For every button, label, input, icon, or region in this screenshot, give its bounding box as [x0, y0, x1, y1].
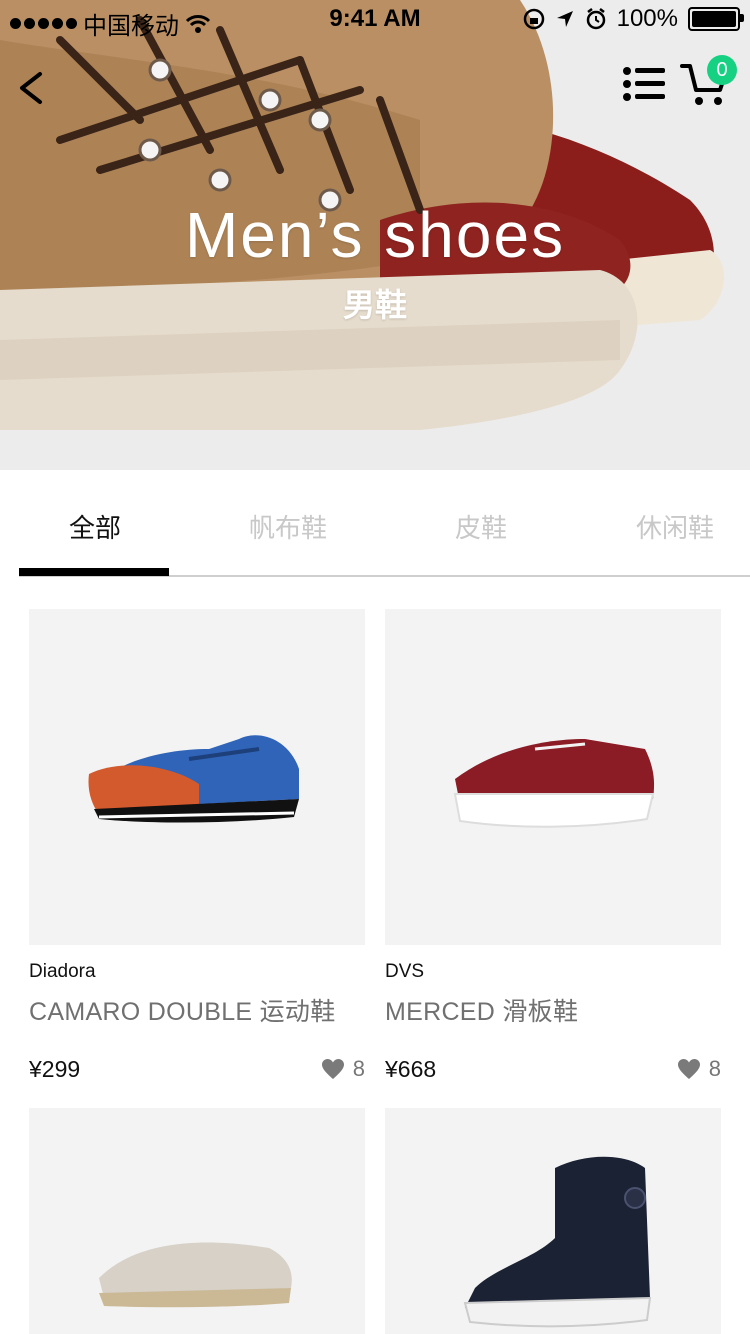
high-top-boot-image	[463, 1156, 652, 1328]
status-right: 100%	[523, 5, 744, 33]
product-image[interactable]	[385, 609, 721, 945]
sneaker-image	[88, 735, 299, 823]
like-button[interactable]: 8	[321, 1056, 365, 1082]
product-name[interactable]: MERCED 滑板鞋	[385, 992, 578, 1028]
heart-icon	[677, 1059, 700, 1079]
active-tab-indicator	[19, 568, 169, 576]
canvas-shoe-image	[453, 739, 655, 828]
like-count: 8	[352, 1056, 365, 1081]
tab-canvas-shoes[interactable]: 帆布鞋	[193, 508, 383, 545]
product-brand: Diadora	[29, 961, 96, 982]
tab-all[interactable]: 全部	[0, 508, 190, 545]
rotation-lock-icon	[523, 8, 544, 30]
back-chevron-icon[interactable]	[12, 68, 52, 108]
alarm-icon	[586, 8, 605, 30]
hero-subtitle: 男鞋	[342, 287, 407, 323]
product-image[interactable]	[385, 1108, 721, 1334]
product-price: ¥668	[385, 1056, 437, 1082]
battery-icon	[688, 7, 744, 31]
hero-title: Men’s shoes	[184, 199, 566, 271]
location-arrow-icon	[556, 11, 573, 27]
like-button[interactable]: 8	[677, 1056, 721, 1082]
product-image[interactable]	[29, 1108, 365, 1334]
product-name[interactable]: CAMARO DOUBLE 运动鞋	[29, 992, 336, 1028]
cart-count-badge: 0	[707, 55, 737, 85]
category-tabs: 全部 帆布鞋 皮鞋 休闲鞋	[0, 470, 750, 577]
list-icon[interactable]	[623, 66, 665, 102]
like-count: 8	[708, 1056, 721, 1081]
battery-fill	[692, 11, 736, 27]
status-bar: 中国移动 9:41 AM 100%	[0, 0, 750, 40]
product-price: ¥299	[29, 1056, 81, 1082]
heart-icon	[321, 1059, 344, 1079]
tab-casual-shoes[interactable]: 休闲鞋	[580, 508, 750, 545]
slip-on-shoe-image	[99, 1242, 292, 1308]
battery-percent: 100%	[616, 5, 678, 32]
tab-leather-shoes[interactable]: 皮鞋	[386, 508, 576, 545]
product-image[interactable]	[29, 609, 365, 945]
product-brand: DVS	[385, 961, 425, 982]
